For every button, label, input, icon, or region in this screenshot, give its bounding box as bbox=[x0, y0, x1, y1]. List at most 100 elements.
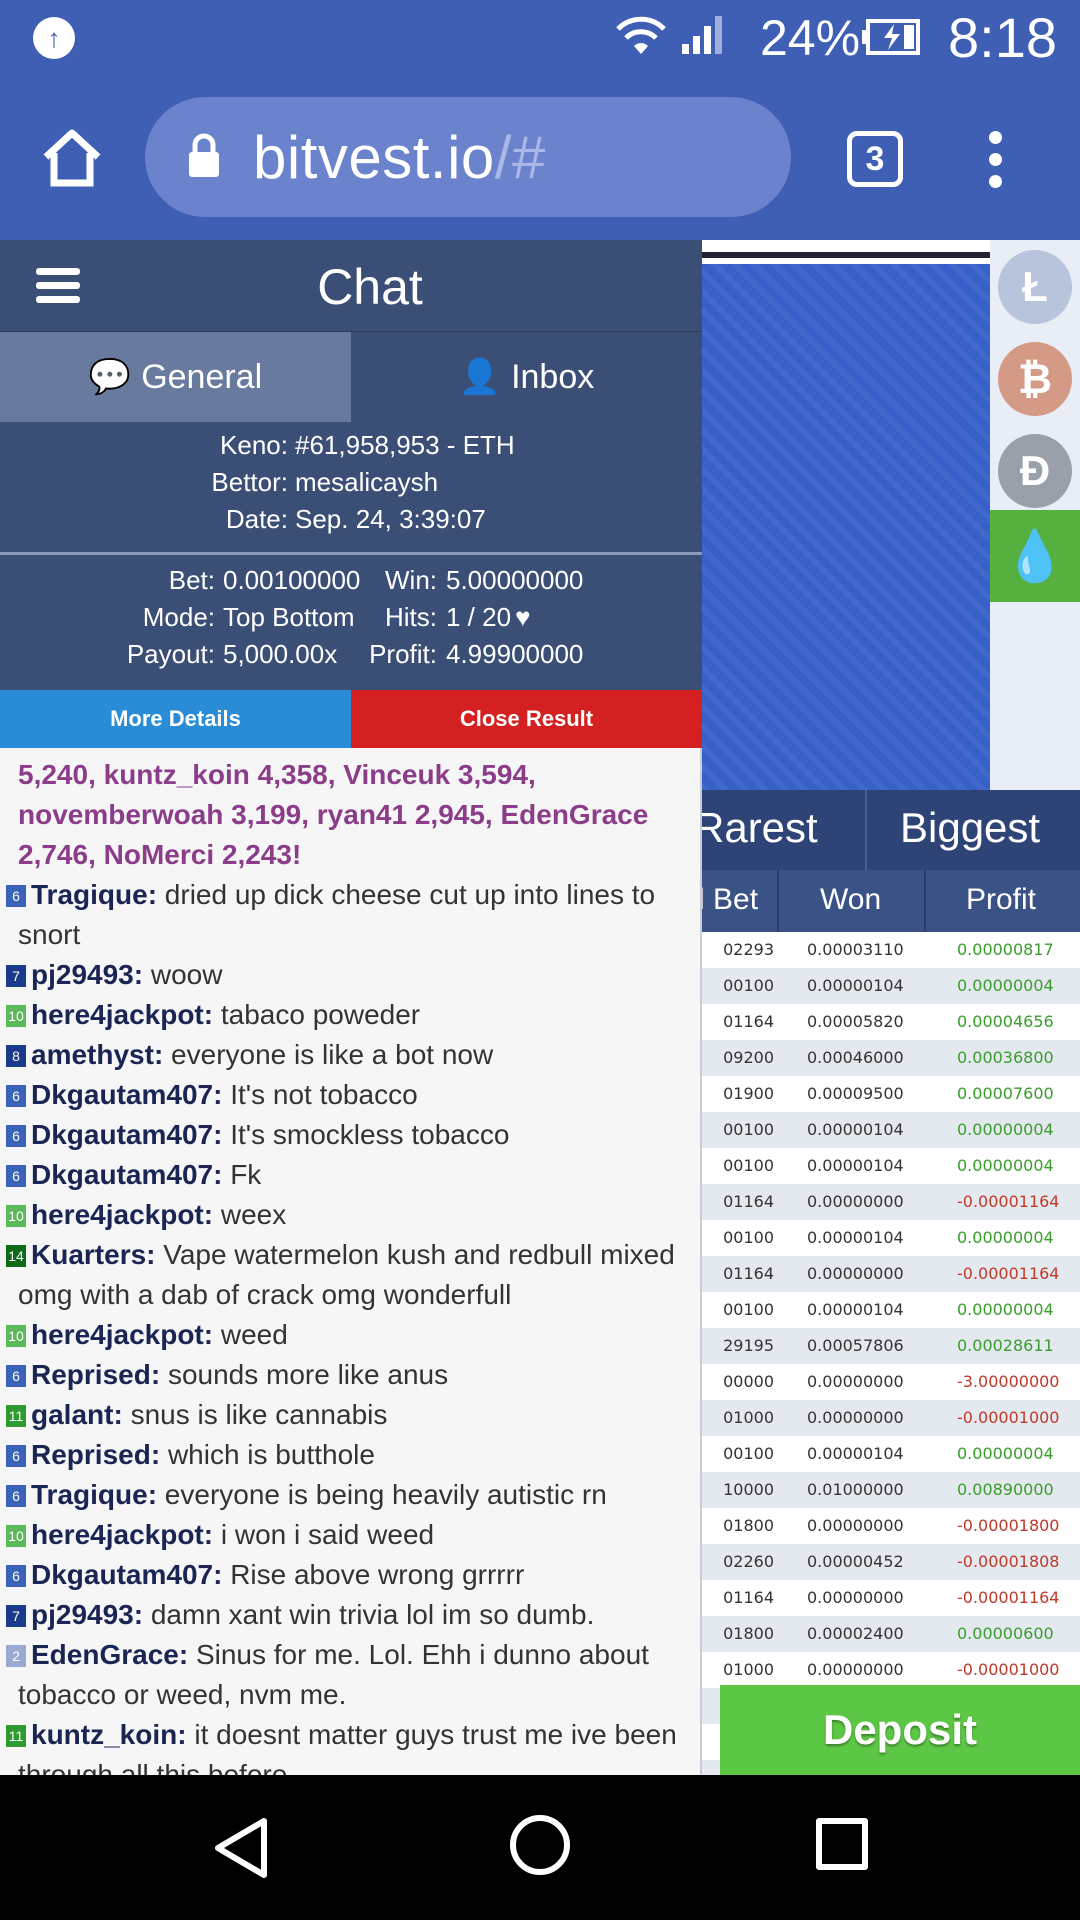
status-bar: ↑ 24% 8:18 bbox=[0, 0, 1080, 75]
litecoin-icon[interactable]: Ł bbox=[998, 250, 1072, 324]
deposit-button[interactable]: Deposit bbox=[720, 1685, 1080, 1775]
table-row[interactable]: 01800 0.00002400 0.00000600 bbox=[702, 1616, 1080, 1652]
tab-switcher-button[interactable]: 3 bbox=[847, 131, 903, 187]
chat-tabs: 💬 General 👤 Inbox bbox=[0, 332, 702, 422]
profit-value: 4.99900000 bbox=[446, 639, 584, 669]
profit-label: Profit: bbox=[369, 639, 437, 669]
table-row[interactable]: 01164 0.00000000 -0.00001164 bbox=[702, 1184, 1080, 1220]
chat-text: It's smockless tobacco bbox=[230, 1119, 510, 1150]
bet-amount-cell: 00100 bbox=[723, 1444, 774, 1463]
announcement-message: 5,240, kuntz_koin 4,358, Vinceuk 3,594, … bbox=[18, 759, 649, 870]
chat-username[interactable]: galant: bbox=[31, 1399, 123, 1430]
chat-message: 10 here4jackpot: weex bbox=[0, 1195, 700, 1235]
chat-message: 11 galant: snus is like cannabis bbox=[0, 1395, 700, 1435]
tab-divider bbox=[865, 790, 867, 870]
chat-text: everyone is being heavily autistic rn bbox=[164, 1479, 607, 1510]
table-row[interactable]: 00100 0.00000104 0.00000004 bbox=[702, 1220, 1080, 1256]
bet-amount-cell: 01164 bbox=[723, 1588, 774, 1607]
table-row[interactable]: 10000 0.01000000 0.00890000 bbox=[702, 1472, 1080, 1508]
chat-username[interactable]: Dkgautam407: bbox=[31, 1119, 222, 1150]
chat-username[interactable]: kuntz_koin: bbox=[31, 1719, 187, 1750]
profit-cell: -0.00001000 bbox=[957, 1408, 1060, 1427]
table-row[interactable]: 09200 0.00046000 0.00036800 bbox=[702, 1040, 1080, 1076]
level-badge: 6 bbox=[6, 1365, 26, 1387]
table-row[interactable]: 00100 0.00000104 0.00000004 bbox=[702, 1148, 1080, 1184]
chat-message: 6 Reprised: which is butthole bbox=[0, 1435, 700, 1475]
table-row[interactable]: 01164 0.00000000 -0.00001164 bbox=[702, 1256, 1080, 1292]
table-row[interactable]: 29195 0.00057806 0.00028611 bbox=[702, 1328, 1080, 1364]
faucet-drop-icon[interactable]: 💧 bbox=[990, 510, 1080, 602]
more-details-button[interactable]: More Details bbox=[0, 690, 351, 748]
table-row[interactable]: 01164 0.00005820 0.00004656 bbox=[702, 1004, 1080, 1040]
chat-message: 6 Dkgautam407: It's smockless tobacco bbox=[0, 1115, 700, 1155]
table-row[interactable]: 00100 0.00000104 0.00000004 bbox=[702, 1112, 1080, 1148]
table-row[interactable]: 00100 0.00000104 0.00000004 bbox=[702, 968, 1080, 1004]
bitcoin-icon[interactable]: ₿ bbox=[998, 342, 1072, 416]
table-row[interactable]: 00100 0.00000104 0.00000004 bbox=[702, 1436, 1080, 1472]
chat-username[interactable]: pj29493: bbox=[31, 1599, 143, 1630]
tab-general[interactable]: 💬 General bbox=[0, 332, 351, 422]
level-badge: 10 bbox=[6, 1525, 26, 1547]
bettor-value[interactable]: mesalicaysh bbox=[295, 467, 438, 498]
dogecoin-icon[interactable]: Ð bbox=[998, 434, 1072, 508]
overflow-menu-icon[interactable] bbox=[985, 131, 1005, 191]
won-cell: 0.00000452 bbox=[807, 1552, 904, 1571]
recent-apps-icon[interactable] bbox=[816, 1818, 868, 1870]
chat-username[interactable]: here4jackpot: bbox=[31, 1519, 213, 1550]
chat-username[interactable]: Dkgautam407: bbox=[31, 1559, 222, 1590]
close-result-button[interactable]: Close Result bbox=[351, 690, 702, 748]
table-row[interactable]: 01000 0.00000000 -0.00001000 bbox=[702, 1652, 1080, 1688]
chat-username[interactable]: Tragique: bbox=[31, 1479, 157, 1510]
chat-username[interactable]: EdenGrace: bbox=[31, 1639, 188, 1670]
level-badge: 6 bbox=[6, 1565, 26, 1587]
chat-username[interactable]: Kuarters: bbox=[31, 1239, 155, 1270]
back-icon[interactable] bbox=[212, 1815, 270, 1881]
user-icon: 👤 bbox=[458, 358, 502, 396]
chat-text: damn xant win trivia lol im so dumb. bbox=[150, 1599, 595, 1630]
chat-username[interactable]: amethyst: bbox=[31, 1039, 163, 1070]
profit-cell: -0.00001164 bbox=[957, 1588, 1060, 1607]
chat-username[interactable]: pj29493: bbox=[31, 959, 143, 990]
chat-messages[interactable]: 5,240, kuntz_koin 4,358, Vinceuk 3,594, … bbox=[0, 755, 700, 1775]
chat-username[interactable]: here4jackpot: bbox=[31, 999, 213, 1030]
chat-username[interactable]: Reprised: bbox=[31, 1359, 160, 1390]
chat-username[interactable]: Reprised: bbox=[31, 1439, 160, 1470]
chat-message: 6 Reprised: sounds more like anus bbox=[0, 1355, 700, 1395]
chat-username[interactable]: here4jackpot: bbox=[31, 1319, 213, 1350]
won-cell: 0.00000104 bbox=[807, 1300, 904, 1319]
profit-cell: -0.00001000 bbox=[957, 1660, 1060, 1679]
heart-icon[interactable]: ♥ bbox=[515, 602, 530, 633]
won-cell: 0.00009500 bbox=[807, 1084, 904, 1103]
tab-biggest[interactable]: Biggest bbox=[900, 804, 1040, 852]
chat-title: Chat bbox=[317, 259, 423, 315]
home-icon[interactable] bbox=[40, 125, 104, 189]
table-row[interactable]: 00000 0.00000000 -3.00000000 bbox=[702, 1364, 1080, 1400]
table-row[interactable]: 01164 0.00000000 -0.00001164 bbox=[702, 1580, 1080, 1616]
address-bar[interactable]: bitvest.io/# bbox=[145, 97, 791, 217]
table-row[interactable]: 02293 0.00003110 0.00000817 bbox=[702, 932, 1080, 968]
won-cell: 0.00000000 bbox=[807, 1264, 904, 1283]
chat-text: tabaco poweder bbox=[220, 999, 421, 1030]
chat-username[interactable]: here4jackpot: bbox=[31, 1199, 213, 1230]
chat-text: which is butthole bbox=[167, 1439, 375, 1470]
chat-username[interactable]: Dkgautam407: bbox=[31, 1079, 222, 1110]
table-row[interactable]: 01000 0.00000000 -0.00001000 bbox=[702, 1400, 1080, 1436]
chat-text: woow bbox=[150, 959, 223, 990]
tab-rarest[interactable]: Rarest bbox=[694, 804, 818, 852]
result-divider bbox=[0, 552, 702, 555]
home-nav-icon[interactable] bbox=[510, 1815, 570, 1875]
table-row[interactable]: 01800 0.00000000 -0.00001800 bbox=[702, 1508, 1080, 1544]
profit-cell: -0.00001808 bbox=[957, 1552, 1060, 1571]
bet-amount-cell: 00000 bbox=[723, 1372, 774, 1391]
table-row[interactable]: 01900 0.00009500 0.00007600 bbox=[702, 1076, 1080, 1112]
chat-username[interactable]: Tragique: bbox=[31, 879, 157, 910]
profit-cell: 0.00000817 bbox=[957, 940, 1054, 959]
bettor-label: Bettor: bbox=[211, 467, 288, 497]
keno-board[interactable] bbox=[702, 264, 990, 790]
tab-inbox[interactable]: 👤 Inbox bbox=[351, 332, 702, 422]
table-row[interactable]: 00100 0.00000104 0.00000004 bbox=[702, 1292, 1080, 1328]
bet-amount-cell: 10000 bbox=[723, 1480, 774, 1499]
bet-amount-cell: 02293 bbox=[723, 940, 774, 959]
chat-username[interactable]: Dkgautam407: bbox=[31, 1159, 222, 1190]
table-row[interactable]: 02260 0.00000452 -0.00001808 bbox=[702, 1544, 1080, 1580]
